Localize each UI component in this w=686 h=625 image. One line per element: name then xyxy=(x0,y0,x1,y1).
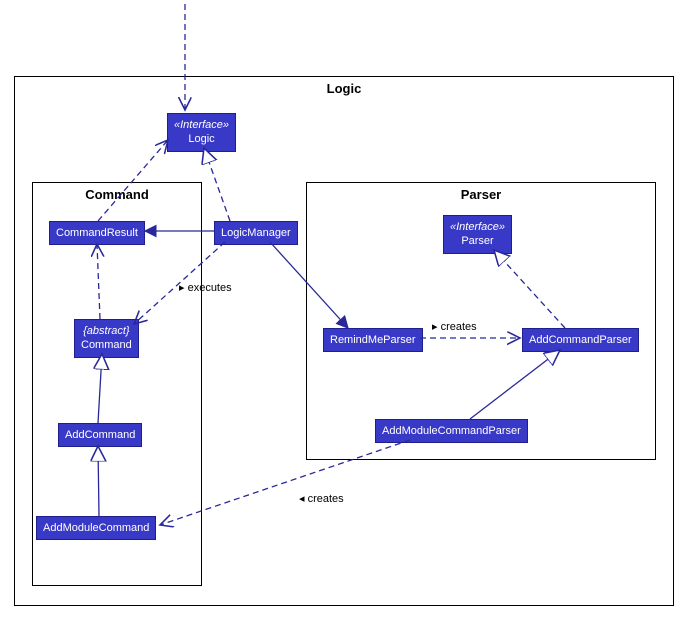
logic-interface-box: «Interface» Logic xyxy=(167,113,236,152)
command-result-box: CommandResult xyxy=(49,221,145,245)
add-module-cmd-parser-name: AddModuleCommandParser xyxy=(382,424,521,438)
command-abstract-stereotype: {abstract} xyxy=(81,324,132,338)
add-command-box: AddCommand xyxy=(58,423,142,447)
command-abstract-name: Command xyxy=(81,338,132,352)
add-module-command-box: AddModuleCommand xyxy=(36,516,156,540)
parser-interface-stereotype: «Interface» xyxy=(450,220,505,234)
executes-label: ▸ executes xyxy=(179,281,232,294)
creates-label-1: ▸ creates xyxy=(432,320,477,333)
parser-container-label: Parser xyxy=(307,183,655,206)
creates-label-2: ◂ creates xyxy=(299,492,344,505)
parser-interface-name: Parser xyxy=(450,234,505,248)
remindme-parser-name: RemindMeParser xyxy=(330,333,416,347)
logic-container-label: Logic xyxy=(15,77,673,100)
add-module-command-name: AddModuleCommand xyxy=(43,521,149,535)
add-command-name: AddCommand xyxy=(65,428,135,442)
remindme-parser-box: RemindMeParser xyxy=(323,328,423,352)
logic-manager-name: LogicManager xyxy=(221,226,291,240)
logic-interface-name: Logic xyxy=(174,132,229,146)
command-container-label: Command xyxy=(33,183,201,206)
command-abstract-box: {abstract} Command xyxy=(74,319,139,358)
logic-interface-stereotype: «Interface» xyxy=(174,118,229,132)
add-command-parser-box: AddCommandParser xyxy=(522,328,639,352)
command-result-name: CommandResult xyxy=(56,226,138,240)
add-module-cmd-parser-box: AddModuleCommandParser xyxy=(375,419,528,443)
logic-manager-box: LogicManager xyxy=(214,221,298,245)
add-command-parser-name: AddCommandParser xyxy=(529,333,632,347)
parser-interface-box: «Interface» Parser xyxy=(443,215,512,254)
